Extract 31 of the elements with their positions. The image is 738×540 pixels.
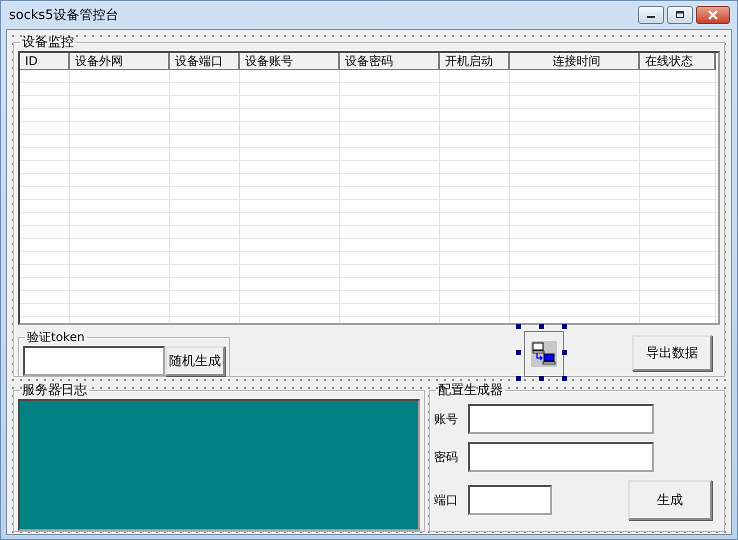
group-title: 配置生成器 — [437, 382, 504, 399]
group-title: 验证token — [26, 329, 86, 346]
computers-icon — [531, 341, 557, 367]
window-title: socks5设备管控台 — [9, 7, 118, 24]
column-header[interactable]: 设备密码 — [340, 53, 440, 70]
group-title: 设备监控 — [21, 34, 75, 51]
input-field[interactable] — [468, 442, 654, 472]
column-header[interactable]: 开机启动 — [440, 53, 510, 70]
generate-button[interactable]: 生成 — [628, 480, 712, 520]
column-header[interactable]: 连接时间 — [510, 53, 640, 70]
minimize-button[interactable] — [638, 6, 664, 24]
column-header[interactable]: 设备端口 — [170, 53, 240, 70]
input-field[interactable] — [468, 404, 654, 434]
group-title: 服务器日志 — [21, 382, 88, 399]
selection-handles-drawing — [516, 324, 568, 382]
input-field[interactable] — [468, 485, 552, 515]
random-generate-button[interactable]: 随机生成 — [165, 346, 225, 376]
network-control[interactable] — [524, 331, 564, 377]
close-button[interactable] — [696, 6, 730, 24]
column-header[interactable]: ID — [20, 53, 70, 70]
column-header[interactable]: 设备账号 — [240, 53, 340, 70]
column-header[interactable]: 设备外网 — [70, 53, 170, 70]
maximize-button[interactable] — [667, 6, 693, 24]
field-label: 账号 — [434, 410, 459, 428]
export-data-button[interactable]: 导出数据 — [632, 335, 712, 371]
field-label: 端口 — [434, 492, 459, 508]
close-icon — [707, 10, 719, 20]
field-label: 密码 — [434, 448, 459, 466]
maximize-icon — [675, 11, 685, 19]
column-header[interactable]: 在线状态 — [640, 53, 716, 70]
token-field[interactable] — [23, 346, 165, 376]
